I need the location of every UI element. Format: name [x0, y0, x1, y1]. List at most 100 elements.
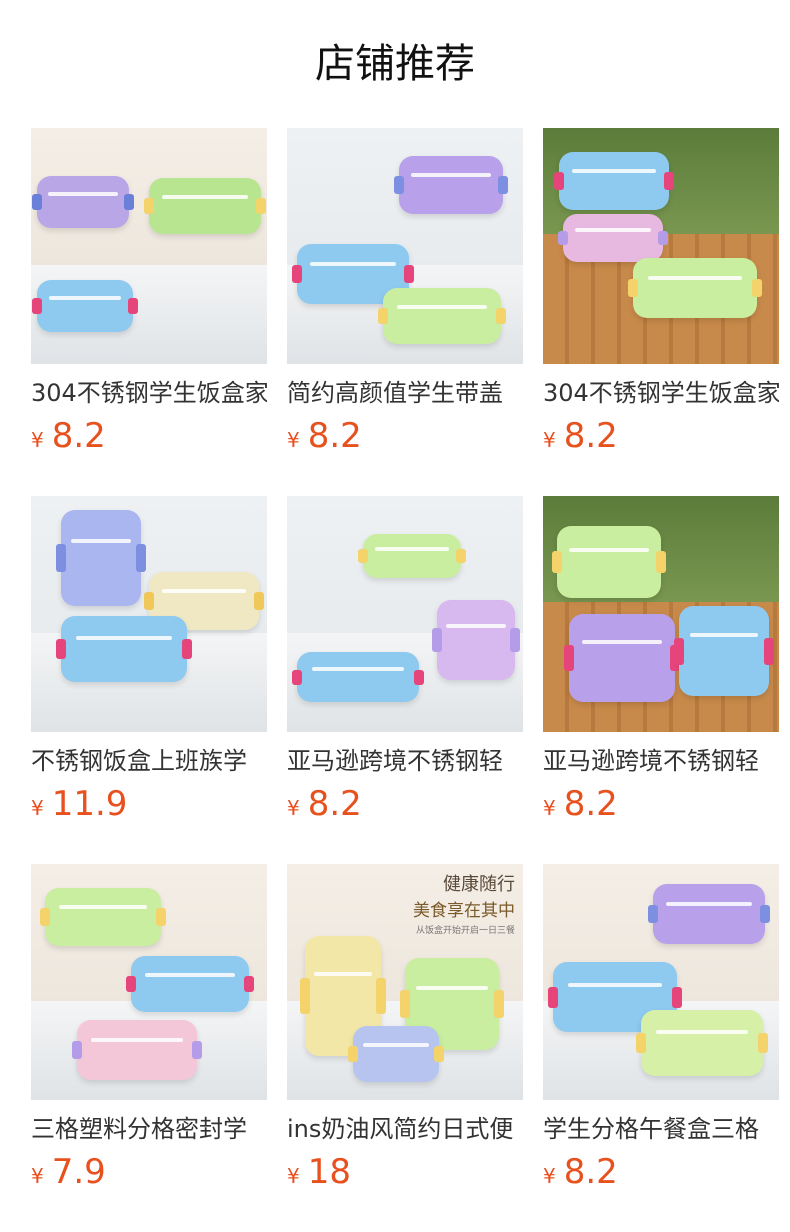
lunch-box-illustration: [56, 616, 192, 682]
lunch-box-clip: [144, 197, 154, 215]
lunch-box-clip: [292, 669, 302, 685]
product-image[interactable]: [287, 128, 523, 364]
lunch-box-illustration: [32, 176, 134, 228]
lunch-box-illustration: [144, 178, 266, 234]
product-image[interactable]: [31, 864, 267, 1100]
lunch-box-clip: [376, 978, 386, 1014]
lunch-box-clip: [300, 978, 310, 1014]
lunch-box-clip: [636, 1033, 646, 1053]
lunch-box-clip: [72, 1041, 82, 1059]
lunch-box-illustration: [56, 510, 146, 606]
promo-line: 美食享在其中: [413, 901, 515, 921]
product-name[interactable]: 亚马逊跨境不锈钢轻: [287, 744, 523, 778]
lunch-box-illustration: [648, 884, 770, 944]
product-card[interactable]: 304不锈钢学生饭盒家 ¥8.2: [31, 128, 267, 464]
lunch-box-clip: [558, 230, 568, 246]
price-value: 8.2: [563, 784, 618, 824]
lunch-box-clip: [128, 298, 138, 314]
lunch-box-clip: [144, 592, 154, 610]
lunch-box-clip: [648, 905, 658, 923]
product-image[interactable]: [543, 864, 779, 1100]
currency-symbol: ¥: [543, 428, 556, 452]
price-value: 7.9: [51, 1152, 106, 1192]
lunch-box-clip: [674, 637, 684, 665]
lunch-box-illustration: [394, 156, 508, 214]
lunch-box-clip: [548, 986, 558, 1008]
product-image[interactable]: [31, 128, 267, 364]
lunch-box-clip: [554, 172, 564, 190]
product-image[interactable]: [543, 128, 779, 364]
product-card[interactable]: 健康随行 美食享在其中 从饭盒开始开启一日三餐 ins奶油风简约日式便 ¥18: [287, 864, 523, 1200]
product-name[interactable]: 简约高颜值学生带盖: [287, 376, 523, 410]
price-value: 8.2: [563, 416, 618, 456]
product-price: ¥11.9: [31, 784, 127, 828]
lunch-box-clip: [40, 908, 50, 926]
lunch-box-clip: [658, 230, 668, 246]
lunch-box-illustration: [628, 258, 762, 318]
lunch-box-clip: [182, 639, 192, 659]
lunch-box-clip: [292, 265, 302, 283]
price-value: 8.2: [563, 1152, 618, 1192]
lunch-box-illustration: [554, 152, 674, 210]
product-name[interactable]: ins奶油风简约日式便: [287, 1112, 523, 1146]
lunch-box-clip: [56, 543, 66, 573]
lunch-box-clip: [494, 990, 504, 1018]
product-image[interactable]: [287, 496, 523, 732]
product-name[interactable]: 学生分格午餐盒三格: [543, 1112, 779, 1146]
product-price: ¥8.2: [543, 784, 618, 828]
lunch-box-clip: [244, 975, 254, 993]
product-card[interactable]: 不锈钢饭盒上班族学 ¥11.9: [31, 496, 267, 832]
page-title: 店铺推荐: [315, 41, 475, 87]
lunch-box-illustration: [348, 1026, 444, 1082]
lunch-box-clip: [136, 543, 146, 573]
lunch-box-illustration: [358, 534, 466, 578]
lunch-box-clip: [56, 639, 66, 659]
product-card[interactable]: 亚马逊跨境不锈钢轻 ¥8.2: [543, 496, 779, 832]
lunch-box-illustration: [126, 956, 254, 1012]
product-name[interactable]: 亚马逊跨境不锈钢轻: [543, 744, 779, 778]
lunch-box-illustration: [378, 288, 506, 344]
lunch-box-clip: [498, 176, 508, 194]
lunch-box-clip: [348, 1045, 358, 1063]
product-price: ¥7.9: [31, 1152, 106, 1196]
currency-symbol: ¥: [287, 796, 300, 820]
lunch-box-clip: [126, 975, 136, 993]
lunch-box-clip: [32, 298, 42, 314]
product-name[interactable]: 304不锈钢学生饭盒家: [31, 376, 267, 410]
lunch-box-illustration: [40, 888, 166, 946]
currency-symbol: ¥: [543, 1164, 556, 1188]
lunch-box-clip: [656, 551, 666, 573]
product-image[interactable]: [31, 496, 267, 732]
lunch-box-illustration: [552, 526, 666, 598]
lunch-box-clip: [192, 1041, 202, 1059]
product-name[interactable]: 不锈钢饭盒上班族学: [31, 744, 267, 778]
lunch-box-clip: [432, 628, 442, 652]
lunch-box-illustration: [432, 600, 520, 680]
lunch-box-illustration: [564, 614, 680, 702]
product-card[interactable]: 亚马逊跨境不锈钢轻 ¥8.2: [287, 496, 523, 832]
lunch-box-clip: [760, 905, 770, 923]
lunch-box-clip: [496, 307, 506, 325]
lunch-box-clip: [564, 644, 574, 672]
product-price: ¥8.2: [287, 784, 362, 828]
product-card[interactable]: 简约高颜值学生带盖 ¥8.2: [287, 128, 523, 464]
product-card[interactable]: 三格塑料分格密封学 ¥7.9: [31, 864, 267, 1200]
product-card[interactable]: 学生分格午餐盒三格 ¥8.2: [543, 864, 779, 1200]
product-card[interactable]: 304不锈钢学生饭盒家 ¥8.2: [543, 128, 779, 464]
product-image[interactable]: 健康随行 美食享在其中 从饭盒开始开启一日三餐: [287, 864, 523, 1100]
lunch-box-clip: [664, 172, 674, 190]
lunch-box-illustration: [558, 214, 668, 262]
product-image[interactable]: [543, 496, 779, 732]
product-name[interactable]: 304不锈钢学生饭盒家: [543, 376, 779, 410]
lunch-box-clip: [764, 637, 774, 665]
product-name[interactable]: 三格塑料分格密封学: [31, 1112, 267, 1146]
currency-symbol: ¥: [31, 1164, 44, 1188]
currency-symbol: ¥: [31, 428, 44, 452]
promo-line: 从饭盒开始开启一日三餐: [415, 926, 515, 936]
lunch-box-illustration: [72, 1020, 202, 1080]
price-value: 8.2: [51, 416, 106, 456]
product-grid: 304不锈钢学生饭盒家 ¥8.2 简约高颜值学生带盖 ¥8.2 304不锈钢学生饭盒家 ¥…: [31, 128, 779, 1200]
product-price: ¥8.2: [31, 416, 106, 460]
lunch-box-clip: [456, 549, 466, 563]
product-price: ¥8.2: [543, 416, 618, 460]
